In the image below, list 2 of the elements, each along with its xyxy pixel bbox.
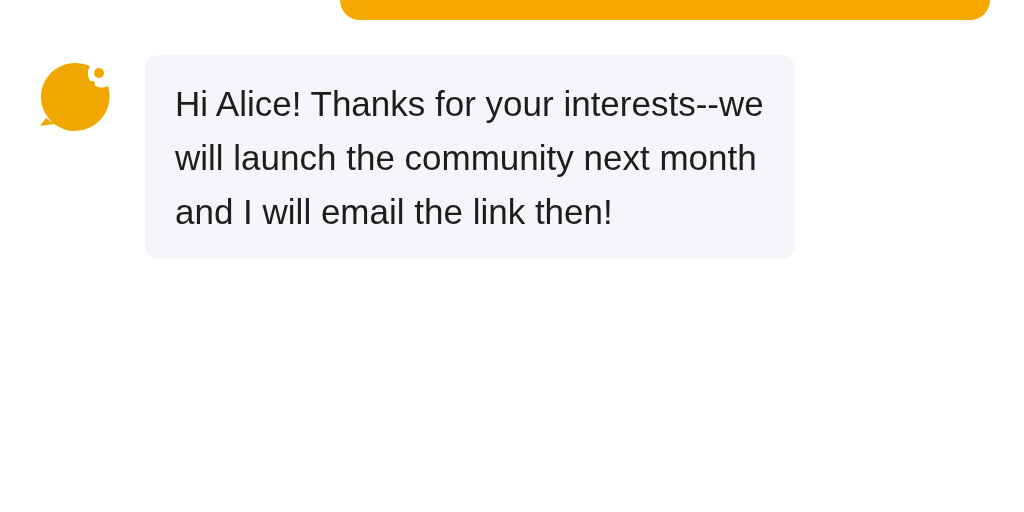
message-bubble: Hi Alice! Thanks for your interests--we will launch the community next month and I will email the link then! — [145, 55, 795, 259]
chat-bot-avatar-icon — [38, 60, 112, 134]
